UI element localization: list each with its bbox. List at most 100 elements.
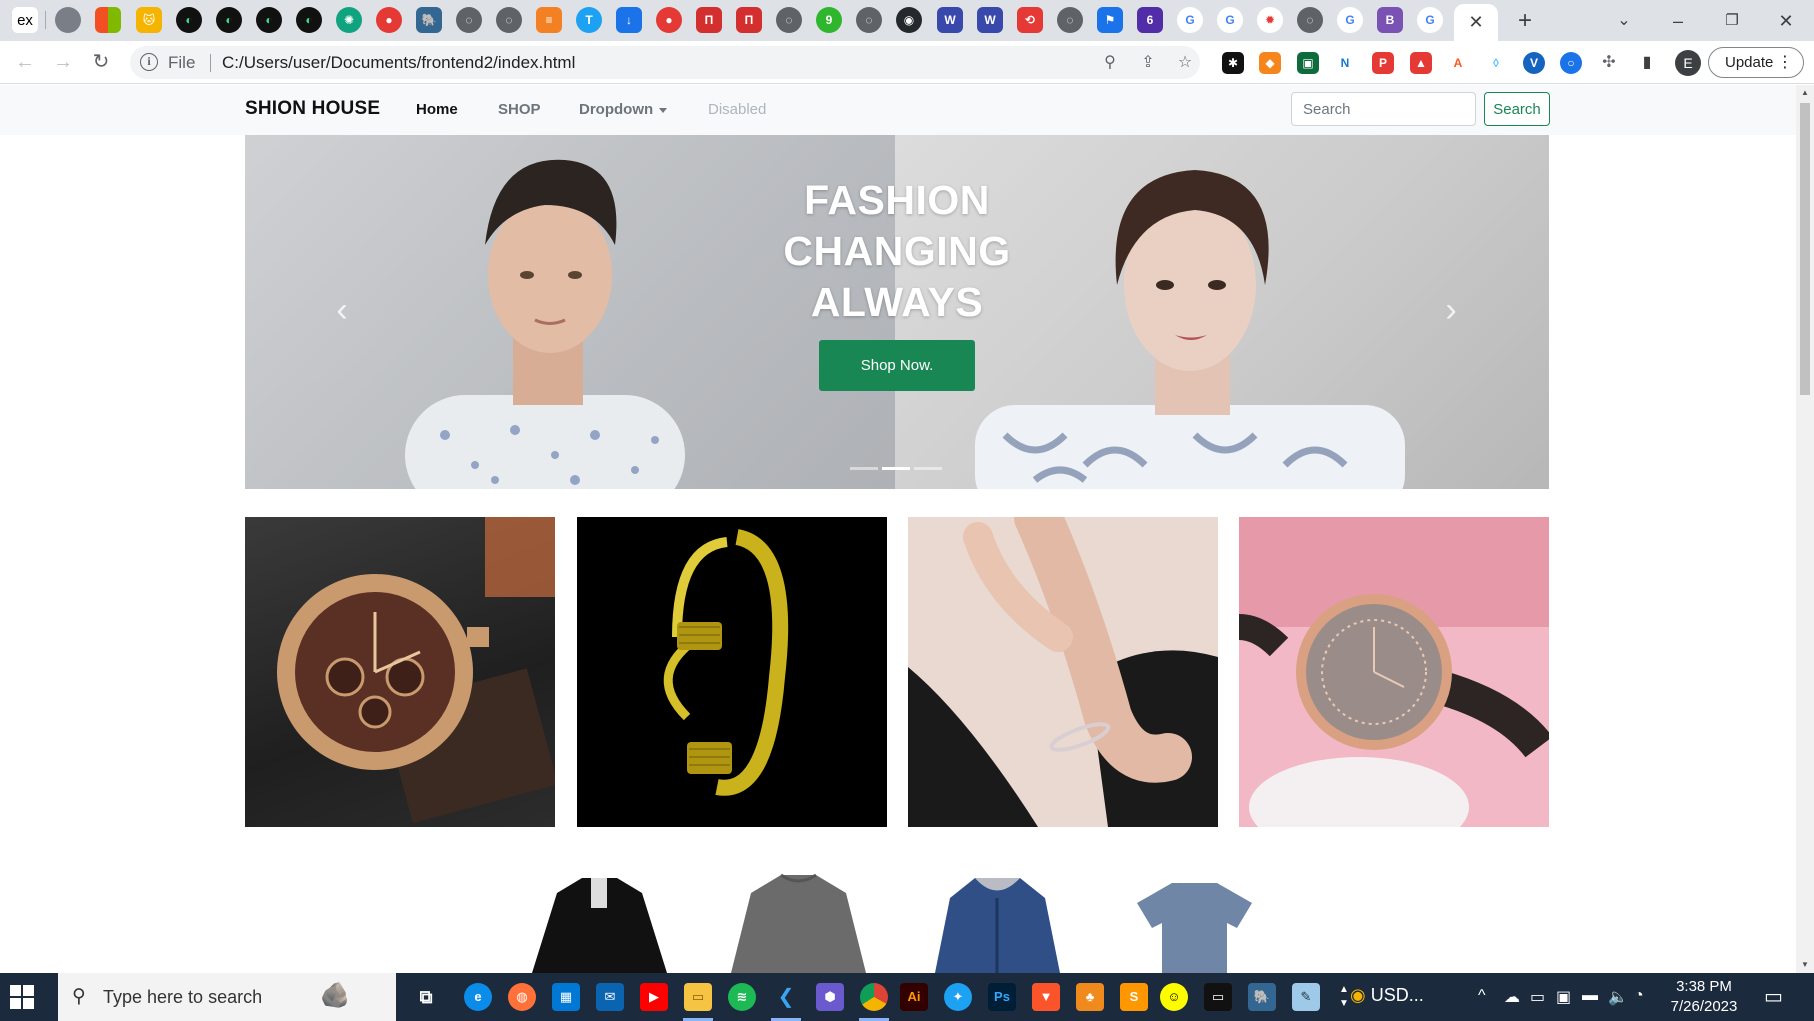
page-scrollbar[interactable]: ▲ ▼	[1796, 85, 1814, 973]
grey-sweater-image[interactable]	[726, 873, 871, 973]
side-panel-icon[interactable]: ▮	[1636, 52, 1658, 74]
nav-link-shop[interactable]: SHOP	[498, 101, 541, 118]
brave-icon[interactable]: ▼	[1032, 983, 1060, 1011]
share-icon[interactable]: ⇪	[1136, 51, 1160, 75]
tab-favicon-google[interactable]: G	[1337, 7, 1363, 33]
snapchat-icon[interactable]: ☺	[1160, 983, 1188, 1011]
tab-favicon-globe[interactable]: ◌	[1297, 7, 1323, 33]
product-card-ladies-watch[interactable]	[1239, 517, 1549, 827]
show-hidden-icons-icon[interactable]: ^	[1478, 987, 1486, 1005]
taskbar-search-box[interactable]: ⚲ Type here to search 🪨	[58, 973, 396, 1021]
back-icon[interactable]: ←	[10, 47, 40, 77]
tab-favicon-pdf[interactable]: ⟲	[1017, 7, 1043, 33]
postgres-icon[interactable]: 🐘	[1248, 983, 1276, 1011]
search-input[interactable]	[1291, 92, 1476, 126]
extension-green-square-icon[interactable]: ▣	[1297, 52, 1319, 74]
profile-avatar[interactable]: E	[1675, 50, 1701, 76]
tab-favicon-red-dot[interactable]: ●	[656, 7, 682, 33]
restore-icon[interactable]: ❐	[1712, 6, 1752, 36]
edge-icon[interactable]: e	[464, 983, 492, 1011]
illustrator-icon[interactable]: Ai	[900, 983, 928, 1011]
address-url[interactable]: C:/Users/user/Documents/frontend2/index.…	[212, 53, 575, 73]
scroll-down-arrow-icon[interactable]: ▼	[1796, 957, 1814, 973]
battery-icon[interactable]: ▬	[1582, 987, 1598, 1005]
volume-icon[interactable]: 🔈	[1608, 987, 1628, 1007]
tab-favicon-n-red[interactable]: Π	[696, 7, 722, 33]
product-card-bracelet-model[interactable]	[908, 517, 1218, 827]
twitter-icon[interactable]: ✦	[944, 983, 972, 1011]
tab-favicon-nine[interactable]: 9	[816, 7, 842, 33]
tab-search-chevron-icon[interactable]: ⌄	[1604, 6, 1644, 36]
taskbar-widget[interactable]: ◉ USD...	[1350, 985, 1424, 1006]
tab-favicon-github[interactable]: ◉	[896, 7, 922, 33]
taskbar-clock[interactable]: 3:38 PM 7/26/2023	[1664, 977, 1744, 1017]
display-icon[interactable]: ▣	[1556, 987, 1571, 1007]
nav-link-dropdown[interactable]: Dropdown	[579, 101, 668, 118]
black-polo-shirt-image[interactable]	[527, 873, 672, 973]
zoom-icon[interactable]: ⚲	[1098, 51, 1122, 75]
denim-hooded-jacket-image[interactable]	[925, 873, 1070, 973]
tab-favicon-elephant[interactable]: 🐘	[416, 7, 442, 33]
tab-favicon-globe[interactable]: ◌	[856, 7, 882, 33]
tab-favicon-flag[interactable]: ⚑	[1097, 7, 1123, 33]
extension-n-icon[interactable]: N	[1334, 52, 1356, 74]
extension-p-icon[interactable]: P	[1372, 52, 1394, 74]
tab-favicon-gear-red[interactable]: ✹	[1257, 7, 1283, 33]
address-bar[interactable]: i File C:/Users/user/Documents/frontend2…	[130, 46, 1200, 79]
tab-favicon-stackoverflow[interactable]: ≡	[536, 7, 562, 33]
nav-link-home[interactable]: Home	[416, 101, 458, 118]
tab-favicon-t[interactable]: T	[576, 7, 602, 33]
meet-now-icon[interactable]: ▭	[1530, 987, 1545, 1007]
carousel-indicator[interactable]	[914, 467, 942, 470]
search-button[interactable]: Search	[1484, 92, 1550, 126]
extensions-puzzle-icon[interactable]: ✣	[1598, 52, 1620, 74]
tab-favicon-globe[interactable]: ◌	[456, 7, 482, 33]
extension-a-icon[interactable]: A	[1447, 52, 1469, 74]
site-info-icon[interactable]: i	[140, 53, 158, 71]
sublime-icon[interactable]: S	[1120, 983, 1148, 1011]
vscode-icon[interactable]: ❮	[772, 983, 800, 1011]
tab-favicon-google[interactable]: G	[1177, 7, 1203, 33]
photoshop-icon[interactable]: Ps	[988, 983, 1016, 1011]
bookmark-star-icon[interactable]: ☆	[1173, 51, 1197, 75]
wifi-icon[interactable]: ◔	[1634, 987, 1644, 1005]
firefox-icon[interactable]: ◍	[508, 983, 536, 1011]
reload-icon[interactable]: ↻	[86, 47, 116, 77]
carousel-indicator[interactable]	[850, 467, 878, 470]
forward-icon[interactable]: →	[48, 47, 78, 77]
extension-lock-icon[interactable]: ▲	[1410, 52, 1432, 74]
store-icon[interactable]: ▦	[552, 983, 580, 1011]
tab-favicon-microsoft[interactable]	[95, 7, 121, 33]
extension-circle-icon[interactable]: ○	[1560, 52, 1582, 74]
minimize-icon[interactable]: –	[1658, 6, 1698, 36]
fl-studio-icon[interactable]: ♣	[1076, 983, 1104, 1011]
notifications-icon[interactable]: ▭	[1764, 984, 1783, 1009]
tab-favicon-openai[interactable]: ✺	[336, 7, 362, 33]
new-tab-icon[interactable]: +	[1510, 6, 1540, 36]
tab-favicon-hexagon[interactable]	[55, 7, 81, 33]
tab-favicon-globe[interactable]: ◌	[1057, 7, 1083, 33]
tab-favicon-leaf[interactable]: ◐	[216, 7, 242, 33]
tab-favicon-ex[interactable]: ex	[12, 7, 38, 33]
extension-v-icon[interactable]: V	[1523, 52, 1545, 74]
file-explorer-icon[interactable]: ▭	[684, 983, 712, 1011]
extension-metamask-icon[interactable]: ◆	[1259, 52, 1281, 74]
close-tab-icon[interactable]: ✕	[1468, 12, 1483, 33]
tab-favicon-globe[interactable]: ◌	[496, 7, 522, 33]
terminal-icon[interactable]: ▭	[1204, 983, 1232, 1011]
extension-drop-icon[interactable]: ◊	[1485, 52, 1507, 74]
tab-favicon-cat[interactable]: 🐱	[136, 7, 162, 33]
tab-favicon-leaf[interactable]: ◐	[176, 7, 202, 33]
carousel-next-icon[interactable]: ›	[1431, 285, 1471, 335]
scroll-up-arrow-icon[interactable]: ▲	[1796, 85, 1814, 101]
spotify-icon[interactable]: ≋	[728, 983, 756, 1011]
onedrive-icon[interactable]: ☁	[1504, 987, 1520, 1007]
tab-favicon-red-globe[interactable]: ●	[376, 7, 402, 33]
tab-favicon-n-red[interactable]: Π	[736, 7, 762, 33]
tab-favicon-w[interactable]: W	[977, 7, 1003, 33]
extension-puzzle-dark-icon[interactable]: ✱	[1222, 52, 1244, 74]
more-menu-icon[interactable]: ⋮	[1777, 48, 1793, 77]
shop-now-button[interactable]: Shop Now.	[819, 340, 975, 391]
mail-icon[interactable]: ✉	[596, 983, 624, 1011]
windows-start-icon[interactable]	[10, 985, 34, 1009]
